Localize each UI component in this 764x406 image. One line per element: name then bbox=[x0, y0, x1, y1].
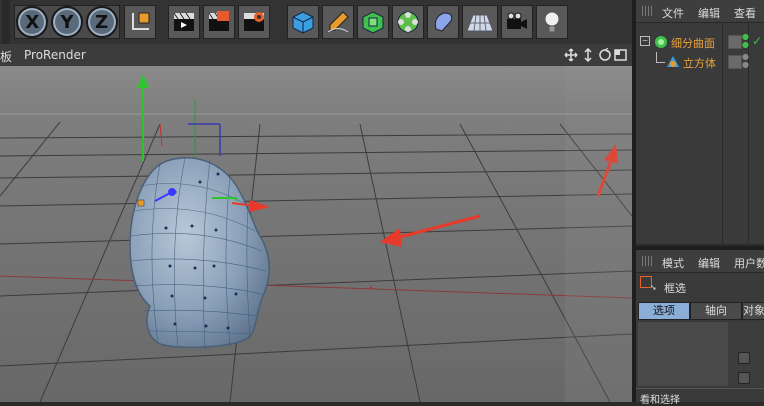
option-checkbox[interactable] bbox=[738, 372, 750, 384]
object-row-cube[interactable]: 立方体 ● ● bbox=[636, 52, 764, 72]
viewport-scene bbox=[0, 66, 632, 402]
object-row-subdivision[interactable]: − 细分曲面 ● ● ✓ bbox=[636, 32, 764, 52]
deformer-button[interactable] bbox=[427, 5, 459, 39]
viewport-background bbox=[0, 66, 632, 402]
camera-button[interactable] bbox=[501, 5, 533, 39]
cloner-icon bbox=[397, 11, 419, 33]
menu-user-data[interactable]: 用户数据 bbox=[734, 255, 764, 271]
object-manager-panel: 文件 编辑 查看 − 细分曲面 ● ● ✓ 立方体 ● ● bbox=[636, 0, 764, 244]
object-name-subdivision[interactable]: 细分曲面 bbox=[671, 35, 715, 51]
x-axis-button[interactable]: X bbox=[16, 6, 49, 38]
selection-tool-label: 框选 bbox=[664, 282, 686, 295]
enabled-check-icon[interactable]: ✓ bbox=[752, 34, 762, 48]
layer-tag-icon[interactable] bbox=[728, 55, 742, 69]
tree-line bbox=[656, 52, 665, 63]
subdivision-icon bbox=[362, 11, 384, 34]
y-axis-button[interactable]: Y bbox=[50, 6, 83, 38]
viewport-panel-label[interactable]: 板 bbox=[0, 48, 12, 65]
mograph-button[interactable] bbox=[392, 5, 424, 39]
rotate-view-icon[interactable] bbox=[598, 48, 612, 62]
section-label: 看和选择 bbox=[640, 395, 680, 406]
prorender-menu[interactable]: ProRender bbox=[24, 48, 86, 62]
clapper-gear-icon bbox=[244, 12, 264, 31]
section-header: 看和选择 bbox=[636, 388, 764, 406]
axis-lock-group: X Y Z bbox=[14, 5, 120, 39]
pen-button[interactable] bbox=[322, 5, 354, 39]
clapper-icon bbox=[173, 12, 194, 31]
option-checkbox[interactable] bbox=[738, 352, 750, 364]
panel-grip-icon[interactable] bbox=[642, 256, 652, 266]
tab-options[interactable]: 选项 bbox=[638, 302, 690, 320]
coordinate-system-icon bbox=[132, 12, 150, 30]
render-view-button[interactable] bbox=[168, 5, 200, 39]
menu-edit[interactable]: 编辑 bbox=[698, 255, 720, 271]
options-area bbox=[638, 322, 728, 386]
light-button[interactable] bbox=[536, 5, 568, 39]
menu-file[interactable]: 文件 bbox=[662, 5, 684, 21]
light-bulb-icon bbox=[544, 11, 560, 33]
tab-object[interactable]: 对象 bbox=[742, 302, 764, 320]
object-name-cube[interactable]: 立方体 bbox=[683, 55, 716, 71]
tab-axis[interactable]: 轴向 bbox=[690, 302, 742, 320]
options-content bbox=[638, 322, 764, 386]
floor-button[interactable] bbox=[462, 5, 498, 39]
toolbar-handle[interactable] bbox=[2, 0, 10, 44]
visibility-dots-icon[interactable]: ● ● bbox=[742, 33, 749, 49]
visibility-dots-icon[interactable]: ● ● bbox=[742, 53, 749, 69]
layer-tag-icon[interactable] bbox=[728, 35, 742, 49]
attribute-manager-menubar: 模式 编辑 用户数据 bbox=[636, 250, 764, 273]
viewport-header: 板 ProRender bbox=[0, 44, 632, 66]
clapper-picture-icon bbox=[208, 11, 229, 31]
render-picture-viewer-button[interactable] bbox=[203, 5, 235, 39]
cube-icon bbox=[667, 56, 679, 67]
panel-grip-icon[interactable] bbox=[642, 6, 652, 16]
move-view-icon[interactable] bbox=[564, 48, 578, 62]
object-manager-menubar: 文件 编辑 查看 bbox=[636, 0, 764, 23]
attribute-manager-panel: 模式 编辑 用户数据 ➘ 框选 选项 轴向 对象 看和选择 bbox=[636, 246, 764, 406]
collapse-toggle-icon[interactable]: − bbox=[640, 36, 650, 46]
coordinate-system-button[interactable] bbox=[124, 5, 156, 39]
menu-view[interactable]: 查看 bbox=[734, 5, 756, 21]
render-settings-button[interactable] bbox=[238, 5, 270, 39]
camera-icon bbox=[507, 12, 527, 29]
cursor-icon: ➘ bbox=[650, 283, 657, 292]
floor-icon bbox=[466, 14, 494, 32]
menu-edit[interactable]: 编辑 bbox=[698, 5, 720, 21]
cube-button[interactable] bbox=[287, 5, 319, 39]
subdivision-button[interactable] bbox=[357, 5, 389, 39]
subdivision-icon bbox=[655, 36, 667, 48]
zoom-view-icon[interactable] bbox=[582, 48, 594, 62]
pen-icon bbox=[327, 11, 349, 33]
deformer-icon bbox=[434, 12, 453, 32]
3d-viewport[interactable] bbox=[0, 66, 632, 402]
cube-icon bbox=[292, 11, 314, 34]
z-axis-handle[interactable] bbox=[168, 188, 176, 196]
main-toolbar: X Y Z bbox=[0, 0, 632, 45]
z-axis-button[interactable]: Z bbox=[85, 6, 118, 38]
menu-mode[interactable]: 模式 bbox=[662, 255, 684, 271]
attribute-tabs: 选项 轴向 对象 bbox=[638, 302, 764, 320]
maximize-view-icon[interactable] bbox=[614, 48, 628, 62]
